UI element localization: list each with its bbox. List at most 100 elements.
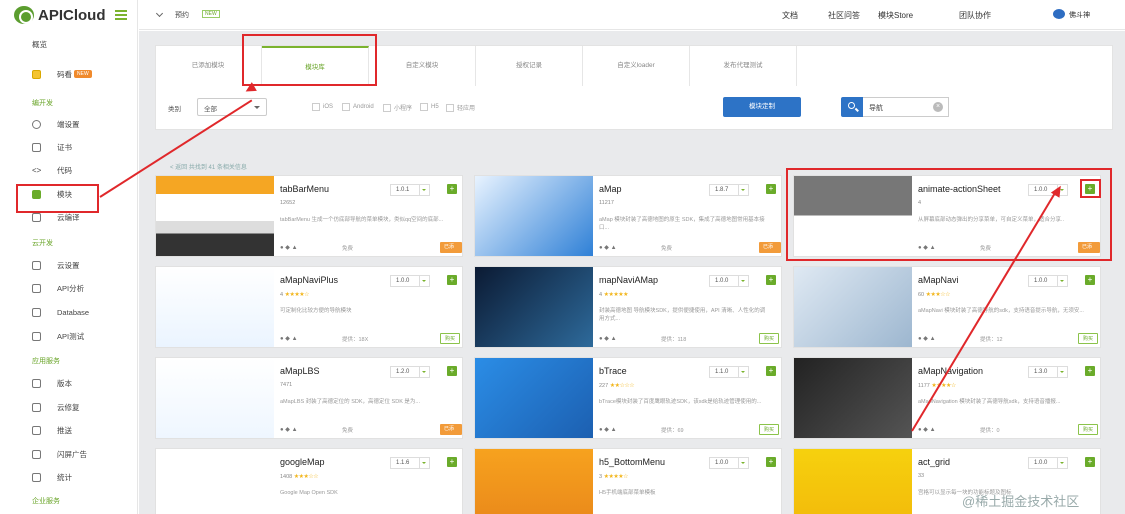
module-thumbnail[interactable]	[156, 267, 274, 347]
module-status-badge[interactable]: 购买	[1078, 333, 1099, 344]
module-card[interactable]: aMapLBS 1.2.0 + 7471 aMapLBS 封装了高德定位的 SD…	[155, 357, 463, 439]
version-select[interactable]: 1.2.0	[390, 366, 420, 378]
module-card[interactable]: aMapNavi 1.0.0 + 60 ★★★☆☆ aMapNavi 模块封装了…	[793, 266, 1101, 348]
sidebar-item-api-analytics[interactable]: API分析	[0, 278, 137, 298]
chevron-down-icon[interactable]	[420, 457, 430, 469]
nav-team[interactable]: 团队协作	[959, 10, 991, 21]
module-name[interactable]: mapNaviAMap	[599, 275, 658, 285]
module-name[interactable]: googleMap	[280, 457, 325, 467]
module-thumbnail[interactable]	[156, 176, 274, 256]
tab-auth-records[interactable]: 授权记录	[476, 46, 583, 86]
module-card[interactable]: aMap 1.8.7 + 11217 aMap 模块封装了高德地图的原生 SDK…	[474, 175, 782, 257]
avatar[interactable]	[1053, 9, 1065, 19]
module-thumbnail[interactable]	[156, 449, 274, 514]
sidebar-item-settings[interactable]: 端设置	[0, 114, 137, 134]
module-name[interactable]: aMapNavi	[918, 275, 959, 285]
tab-custom-modules[interactable]: 自定义模块	[369, 46, 476, 86]
sidebar-item-push[interactable]: 推送	[0, 420, 137, 440]
checkbox-ios[interactable]: iOS	[312, 103, 333, 111]
add-module-button[interactable]: +	[1085, 457, 1095, 467]
chevron-down-icon[interactable]	[739, 366, 749, 378]
module-status-badge[interactable]: 已添加	[759, 242, 781, 256]
sidebar-item-certificate[interactable]: 证书	[0, 137, 137, 157]
module-name[interactable]: aMapLBS	[280, 366, 320, 376]
module-name[interactable]: act_grid	[918, 457, 950, 467]
module-card[interactable]: bTrace 1.1.0 + 227 ★★☆☆☆ bTrace模块封装了百度鹰眼…	[474, 357, 782, 439]
module-status-badge[interactable]: 已添加	[440, 424, 462, 438]
custom-module-button[interactable]: 模块定制	[723, 97, 801, 117]
add-module-button[interactable]: +	[766, 275, 776, 285]
add-module-button[interactable]: +	[766, 366, 776, 376]
sidebar-item-stats[interactable]: 统计	[0, 467, 137, 487]
chevron-down-icon[interactable]	[1058, 366, 1068, 378]
version-select[interactable]: 1.0.0	[709, 275, 739, 287]
project-name[interactable]: 预约	[175, 10, 189, 20]
add-module-button[interactable]: +	[766, 184, 776, 194]
checkbox-box[interactable]	[383, 103, 391, 112]
version-select[interactable]: 1.0.0	[709, 457, 739, 469]
module-card[interactable]: aMapNaviPlus 1.0.0 + 4 ★★★★☆ 可定制化比较方便的导航…	[155, 266, 463, 348]
version-select[interactable]: 1.0.0	[1028, 457, 1058, 469]
sidebar-item-overview[interactable]: 概览	[0, 34, 137, 54]
module-thumbnail[interactable]	[475, 267, 593, 347]
module-card[interactable]: h5_BottomMenu 1.0.0 + 3 ★★★★☆ H5手机端底部菜单模…	[474, 448, 782, 514]
checkbox-box[interactable]	[420, 103, 428, 111]
checkbox-box[interactable]	[446, 103, 454, 112]
sidebar-item-database[interactable]: Database	[0, 302, 137, 322]
version-select[interactable]: 1.8.7	[709, 184, 739, 196]
sidebar-item-api-test[interactable]: API测试	[0, 326, 137, 346]
tab-proxy-test[interactable]: 发布代理测试	[690, 46, 797, 86]
chevron-down-icon[interactable]	[739, 184, 749, 196]
version-select[interactable]: 1.1.0	[709, 366, 739, 378]
user-name[interactable]: 佛斗神	[1069, 10, 1090, 20]
checkbox-android[interactable]: Android	[342, 103, 374, 111]
chevron-down-icon[interactable]	[739, 457, 749, 469]
module-thumbnail[interactable]	[475, 358, 593, 438]
nav-community[interactable]: 社区问答	[828, 10, 860, 21]
module-status-badge[interactable]: 已添加	[440, 242, 462, 256]
sidebar-item-code-editor[interactable]: <> 代码	[0, 160, 137, 180]
module-name[interactable]: tabBarMenu	[280, 184, 329, 194]
sidebar-item-version[interactable]: 版本	[0, 373, 137, 393]
add-module-button[interactable]: +	[447, 457, 457, 467]
chevron-down-icon[interactable]	[420, 366, 430, 378]
module-name[interactable]: bTrace	[599, 366, 627, 376]
chevron-down-icon[interactable]	[739, 275, 749, 287]
module-card[interactable]: tabBarMenu 1.0.1 + 12652 tabBarMenu 生成一个…	[155, 175, 463, 257]
add-module-button[interactable]: +	[1085, 275, 1095, 285]
sidebar-item-hotfix[interactable]: 云修复	[0, 397, 137, 417]
checkbox-box[interactable]	[312, 103, 320, 111]
version-select[interactable]: 1.0.0	[390, 275, 420, 287]
module-status-badge[interactable]: 购买	[759, 333, 780, 344]
logo[interactable]: APICloud	[14, 6, 106, 24]
module-thumbnail[interactable]	[794, 267, 912, 347]
chevron-down-icon[interactable]	[155, 9, 164, 18]
module-name[interactable]: aMap	[599, 184, 622, 194]
add-module-button[interactable]: +	[447, 184, 457, 194]
module-status-badge[interactable]: 购买	[759, 424, 780, 435]
tab-custom-loader[interactable]: 自定义loader	[583, 46, 690, 86]
add-module-button[interactable]: +	[1085, 366, 1095, 376]
chevron-down-icon[interactable]	[1058, 457, 1068, 469]
chevron-down-icon[interactable]	[1058, 275, 1068, 287]
sidebar-item-splash-ads[interactable]: 闪屏广告	[0, 444, 137, 464]
module-thumbnail[interactable]	[475, 176, 593, 256]
chevron-down-icon[interactable]	[420, 184, 430, 196]
nav-docs[interactable]: 文档	[782, 10, 798, 21]
module-thumbnail[interactable]	[475, 449, 593, 514]
checkbox-light-app[interactable]: 轻应用	[446, 103, 475, 112]
module-name[interactable]: aMapNaviPlus	[280, 275, 338, 285]
chevron-down-icon[interactable]	[420, 275, 430, 287]
version-select[interactable]: 1.0.0	[1028, 275, 1058, 287]
module-status-badge[interactable]: 购买	[1078, 424, 1099, 435]
checkbox-h5[interactable]: H5	[420, 103, 439, 111]
module-name[interactable]: h5_BottomMenu	[599, 457, 665, 467]
module-card[interactable]: googleMap 1.1.6 + 1408 ★★★☆☆ Google Map …	[155, 448, 463, 514]
clear-icon[interactable]: ×	[933, 102, 943, 112]
module-status-badge[interactable]: 购买	[440, 333, 461, 344]
version-select[interactable]: 1.3.0	[1028, 366, 1058, 378]
nav-module-store[interactable]: 模块Store	[878, 10, 913, 21]
module-thumbnail[interactable]	[794, 358, 912, 438]
add-module-button[interactable]: +	[447, 366, 457, 376]
search-button[interactable]	[841, 97, 863, 117]
